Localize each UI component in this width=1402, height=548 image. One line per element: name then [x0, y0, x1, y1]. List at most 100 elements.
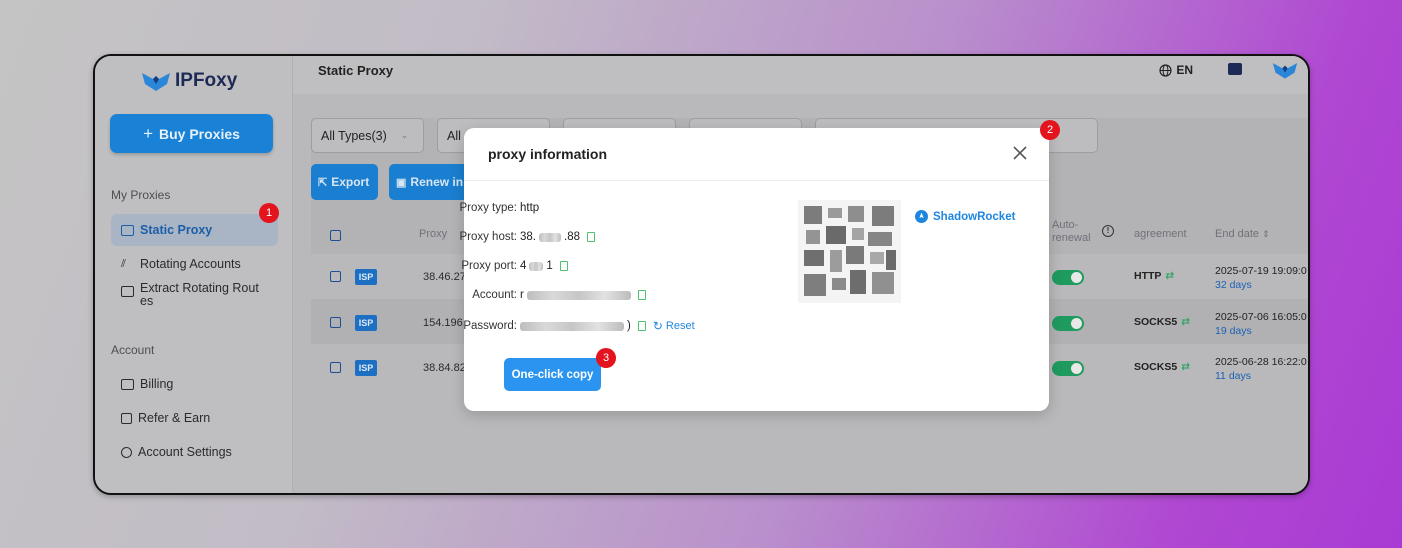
- modal-title: proxy information: [488, 146, 608, 162]
- buy-proxies-button[interactable]: + Buy Proxies: [110, 114, 273, 153]
- rotate-icon: ⫽: [121, 257, 126, 270]
- proxy-type-field: Proxy type: http: [407, 202, 539, 214]
- isp-badge: ISP: [355, 269, 377, 285]
- fox-avatar-icon: [1272, 63, 1298, 79]
- export-label: Export: [331, 175, 370, 189]
- sidebar-item-label-continued: es: [140, 294, 154, 308]
- agreement-cell: SOCKS5 ⇄: [1134, 361, 1190, 373]
- section-label-account: Account: [111, 343, 155, 357]
- sidebar-item-refer-earn[interactable]: Refer & Earn: [111, 402, 278, 434]
- swap-icon[interactable]: ⇄: [1165, 270, 1174, 282]
- shadowrocket-link[interactable]: ShadowRocket: [915, 210, 1015, 223]
- qr-code-image: [798, 200, 901, 303]
- reset-label: Reset: [665, 320, 695, 332]
- copy-icon[interactable]: [559, 261, 568, 271]
- auto-renewal-toggle[interactable]: [1052, 361, 1084, 376]
- auto-renewal-toggle[interactable]: [1052, 316, 1084, 331]
- info-icon[interactable]: !: [1102, 225, 1114, 237]
- row-checkbox[interactable]: [330, 317, 341, 328]
- end-date-value: 2025-07-19 19:09:0: [1215, 265, 1307, 277]
- logo[interactable]: IPFoxy: [141, 70, 237, 92]
- column-header-auto-renewal-line1: Auto-: [1052, 219, 1079, 231]
- swap-icon[interactable]: ⇄: [1181, 316, 1190, 328]
- sidebar-item-billing[interactable]: Billing: [111, 368, 278, 400]
- billing-icon: [121, 378, 134, 390]
- redacted-value: [539, 232, 561, 242]
- sidebar-item-label-wrap: Extract Rotating Rout es: [140, 282, 259, 308]
- export-icon: ⇱: [318, 176, 328, 189]
- annotation-marker-3: 3: [596, 348, 616, 368]
- column-header-end-date[interactable]: End date ⇕: [1215, 228, 1270, 240]
- sidebar-item-extract-rotating-routes[interactable]: Extract Rotating Rout es: [111, 280, 278, 314]
- logo-text: IPFoxy: [175, 70, 238, 91]
- row-checkbox[interactable]: [330, 271, 341, 282]
- calendar-icon: ▣: [396, 176, 407, 189]
- type-filter-select[interactable]: All Types(3) ⌄: [311, 118, 424, 153]
- message-icon[interactable]: [1228, 63, 1242, 75]
- field-value-suffix: .88: [564, 231, 580, 243]
- proxy-information-modal: proxy information Proxy type: http Proxy…: [459, 128, 1049, 411]
- dollar-icon: [121, 412, 132, 424]
- field-label: Password:: [463, 320, 517, 332]
- isp-badge: ISP: [355, 360, 377, 376]
- field-label: Proxy type:: [459, 202, 517, 214]
- buy-proxies-label: Buy Proxies: [159, 125, 240, 142]
- copy-icon[interactable]: [637, 290, 646, 300]
- column-header-agreement: agreement: [1134, 228, 1187, 240]
- sidebar-item-label: Refer & Earn: [138, 411, 211, 425]
- language-switcher[interactable]: EN: [1159, 63, 1193, 77]
- page-title: Static Proxy: [318, 63, 394, 78]
- proxy-host-field: Proxy host: 38. .88: [407, 231, 595, 243]
- sidebar-item-account-settings[interactable]: Account Settings: [111, 436, 278, 468]
- select-all-checkbox[interactable]: [330, 230, 341, 241]
- monitor-icon: [121, 224, 134, 236]
- copy-icon[interactable]: [587, 232, 595, 242]
- days-remaining: 19 days: [1215, 325, 1252, 337]
- chevron-down-icon: ⌄: [400, 130, 409, 140]
- top-header: Static Proxy EN: [293, 56, 1308, 94]
- password-field: Password: ) ↻ Reset: [407, 319, 695, 333]
- field-value-prefix: 38.: [520, 231, 536, 243]
- field-value-prefix: r: [520, 289, 524, 301]
- one-click-copy-button[interactable]: One-click copy: [504, 358, 601, 391]
- annotation-marker-1: 1: [259, 203, 279, 223]
- redacted-value: [526, 290, 631, 300]
- fox-logo-icon: [142, 73, 170, 91]
- sidebar: IPFoxy + Buy Proxies My Proxies Static P…: [95, 56, 293, 493]
- column-header-auto-renewal-line2: renewal: [1052, 232, 1091, 244]
- globe-icon: [1159, 63, 1172, 77]
- swap-icon[interactable]: ⇄: [1181, 361, 1190, 373]
- export-button[interactable]: ⇱ Export: [311, 164, 378, 200]
- field-value: http: [520, 202, 540, 214]
- reset-password-link[interactable]: ↻ Reset: [653, 319, 695, 333]
- sidebar-item-static-proxy[interactable]: Static Proxy: [111, 214, 278, 246]
- refresh-icon: ↻: [652, 319, 663, 333]
- close-icon[interactable]: [1011, 144, 1029, 162]
- second-filter-label: All: [447, 128, 461, 143]
- language-label: EN: [1176, 63, 1193, 77]
- sidebar-item-label: Extract Rotating Rout: [140, 281, 259, 295]
- copy-icon[interactable]: [637, 321, 646, 331]
- sidebar-item-label: Billing: [140, 377, 174, 391]
- auto-renewal-toggle[interactable]: [1052, 270, 1084, 285]
- sidebar-item-label: Account Settings: [138, 445, 232, 459]
- column-header-auto-renewal: Auto- renewal: [1052, 219, 1091, 245]
- row-checkbox[interactable]: [330, 362, 341, 373]
- protocol-label: HTTP: [1134, 270, 1162, 282]
- field-value-prefix: 4: [520, 260, 527, 272]
- section-label-my-proxies: My Proxies: [111, 188, 171, 202]
- sort-icon: ⇕: [1262, 229, 1270, 239]
- type-filter-label: All Types(3): [321, 128, 387, 143]
- sidebar-item-rotating-accounts[interactable]: ⫽ Rotating Accounts: [111, 248, 278, 280]
- redacted-value: [529, 261, 544, 271]
- days-remaining: 32 days: [1215, 279, 1252, 291]
- field-label: Proxy port:: [461, 260, 517, 272]
- field-value-suffix: 1: [546, 260, 553, 272]
- field-value-suffix: ): [627, 320, 631, 332]
- renew-label: Renew in: [410, 175, 464, 189]
- shadowrocket-label: ShadowRocket: [933, 210, 1016, 223]
- avatar[interactable]: [1272, 59, 1298, 86]
- proxy-port-field: Proxy port: 4 1: [407, 260, 568, 272]
- end-date-cell: 2025-07-06 16:05:0 19 days: [1215, 310, 1307, 338]
- plus-icon: +: [143, 123, 153, 143]
